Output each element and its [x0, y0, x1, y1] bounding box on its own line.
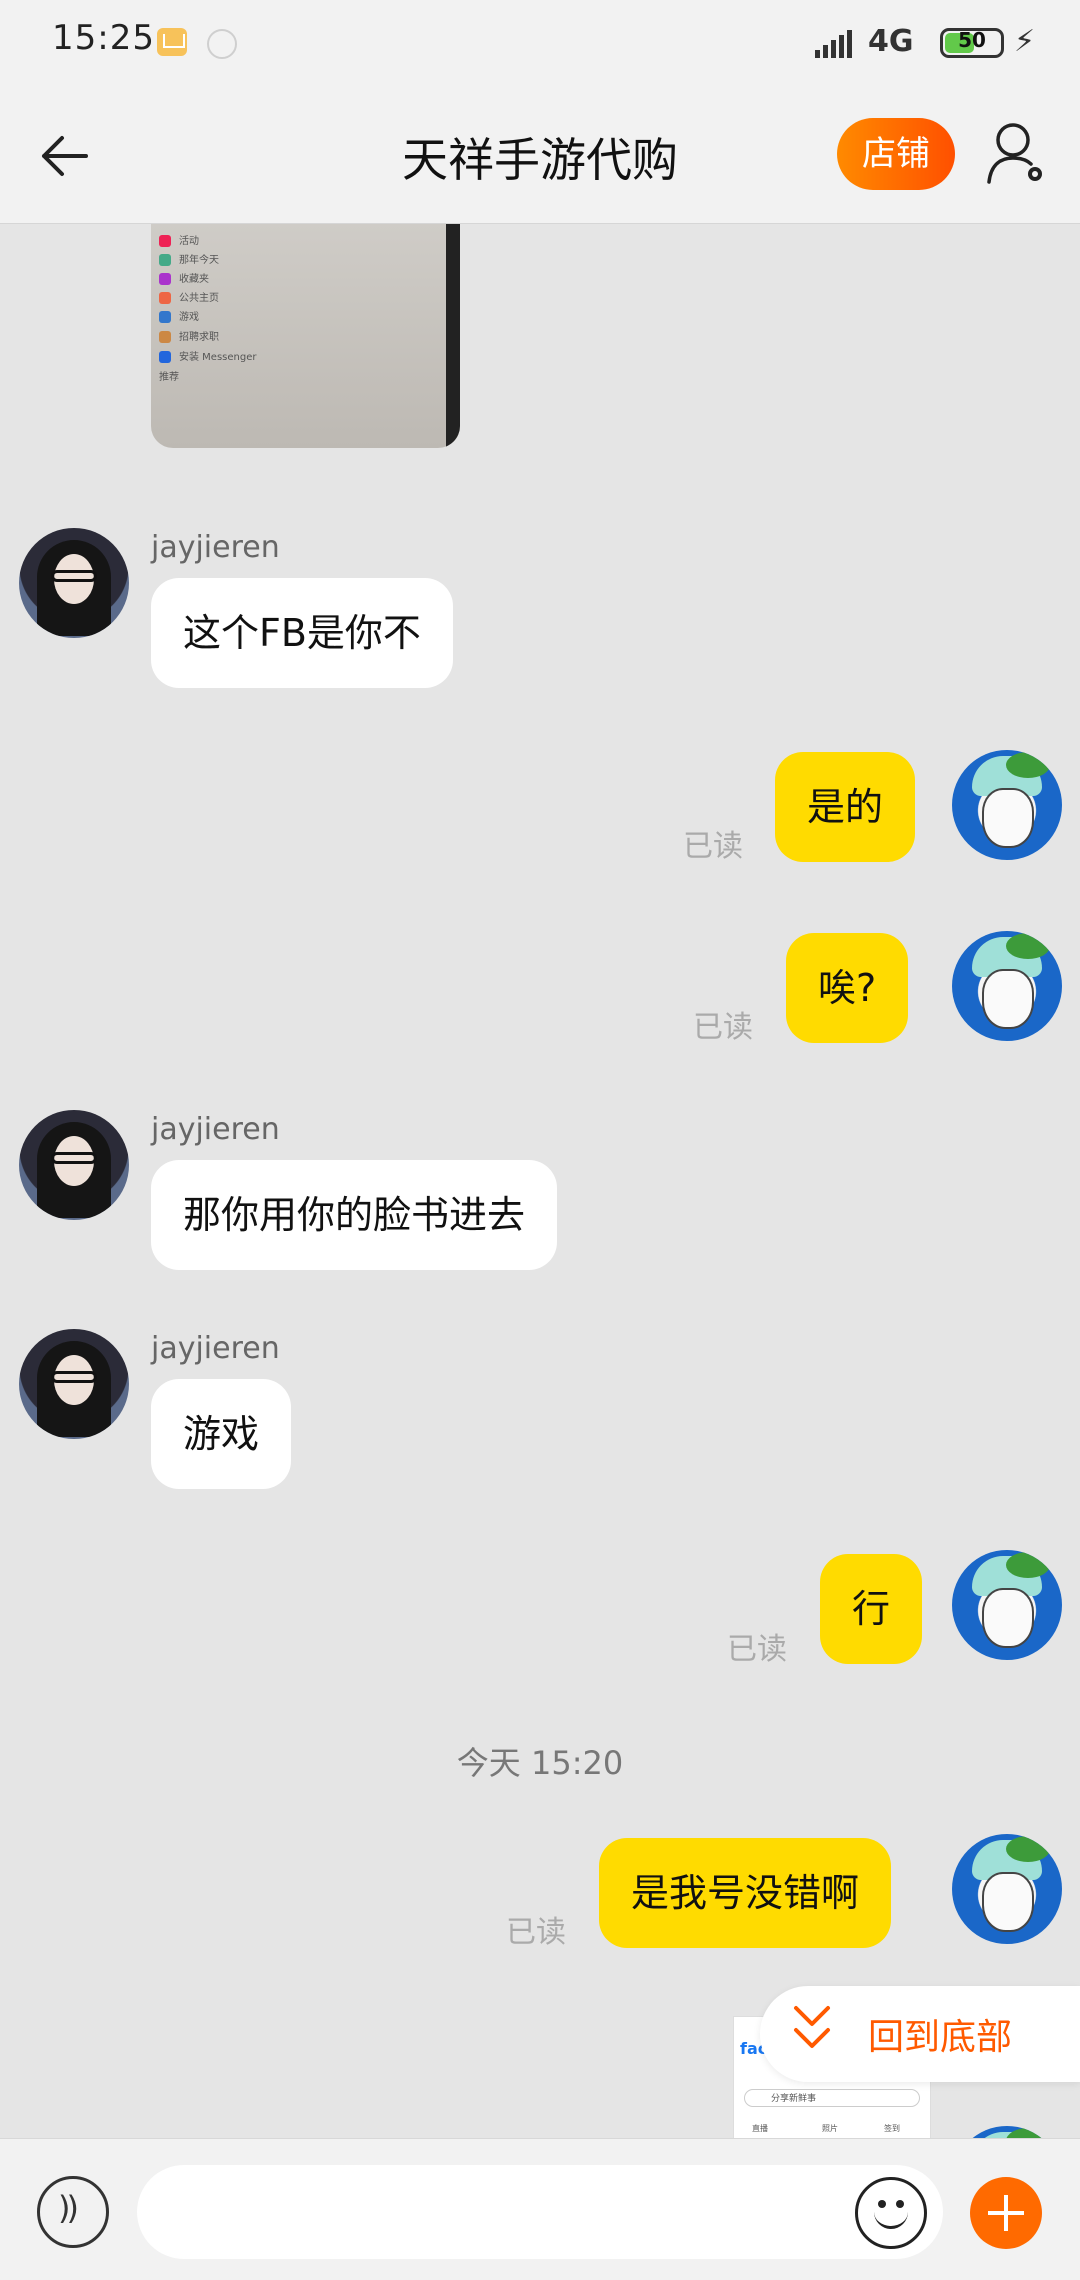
image-text-line: 那年今天: [179, 255, 219, 266]
battery-icon: 50: [940, 28, 1004, 58]
status-time: 15:25: [52, 18, 155, 58]
my-avatar[interactable]: [952, 1550, 1062, 1660]
time-divider: 今天 15:20: [456, 1744, 624, 1782]
emoji-icon[interactable]: [855, 2177, 927, 2249]
message-bubble[interactable]: 游戏: [151, 1379, 292, 1489]
chat-messages[interactable]: 活动 那年今天 收藏夹 公共主页 游戏 招聘求职 安装 Messenger 推荐…: [0, 224, 1080, 2138]
input-bar: [0, 2138, 1080, 2280]
image-text-line: 招聘求职: [179, 332, 219, 343]
thumbnail-action: 直播: [752, 2124, 768, 2133]
chat-header: 天祥手游代购 店铺: [0, 88, 1080, 224]
shop-button[interactable]: 店铺: [837, 118, 955, 190]
image-text-line: 安装 Messenger: [179, 352, 257, 363]
battery-level: 50: [958, 28, 986, 52]
back-to-bottom-button[interactable]: 回到底部: [760, 1986, 1080, 2082]
contact-avatar[interactable]: [19, 1329, 129, 1439]
read-status: 已读: [727, 1632, 787, 1667]
message-bubble[interactable]: 这个FB是你不: [151, 578, 453, 688]
my-avatar[interactable]: [952, 931, 1062, 1041]
image-message[interactable]: 活动 那年今天 收藏夹 公共主页 游戏 招聘求职 安装 Messenger 推荐: [151, 224, 460, 448]
add-attachment-icon[interactable]: [970, 2177, 1042, 2249]
message-bubble[interactable]: 是我号没错啊: [599, 1838, 892, 1948]
read-status: 已读: [693, 1010, 753, 1045]
image-text-line: 活动: [179, 236, 199, 247]
image-text-line: 公共主页: [179, 293, 219, 304]
thumbnail-action: 照片: [822, 2124, 838, 2133]
user-settings-icon[interactable]: [985, 120, 1047, 186]
message-bubble[interactable]: 唉?: [786, 933, 909, 1043]
back-arrow-icon[interactable]: [36, 126, 96, 186]
my-avatar[interactable]: [952, 2126, 1062, 2138]
contact-avatar[interactable]: [19, 1110, 129, 1220]
voice-input-icon[interactable]: [37, 2176, 109, 2248]
message-input[interactable]: [137, 2165, 943, 2259]
image-text-line: 推荐: [159, 372, 179, 383]
alarm-icon: [207, 29, 237, 59]
message-bubble[interactable]: 那你用你的脸书进去: [151, 1160, 558, 1270]
double-chevron-down-icon: [794, 2006, 830, 2048]
read-status: 已读: [506, 1915, 566, 1950]
image-text-line: 游戏: [179, 312, 199, 323]
thumbnail-post-prompt: 分享新鲜事: [744, 2089, 920, 2107]
contact-avatar[interactable]: [19, 528, 129, 638]
network-type: 4G: [868, 24, 914, 59]
sender-name: jayjieren: [151, 1331, 280, 1366]
back-to-bottom-label: 回到底部: [868, 2017, 1013, 2058]
image-text-line: 收藏夹: [179, 274, 209, 285]
my-avatar[interactable]: [952, 1834, 1062, 1944]
thumbnail-action: 签到: [884, 2124, 900, 2133]
signal-icon: [815, 30, 857, 58]
chat-title: 天祥手游代购: [402, 133, 678, 187]
message-bubble[interactable]: 行: [820, 1554, 923, 1664]
charging-icon: ⚡: [1014, 24, 1036, 59]
sender-name: jayjieren: [151, 1112, 280, 1147]
read-status: 已读: [683, 829, 743, 864]
mail-notification-icon: [157, 28, 187, 56]
my-avatar[interactable]: [952, 750, 1062, 860]
status-bar: 15:25 4G 50 ⚡: [0, 0, 1080, 88]
message-bubble[interactable]: 是的: [775, 752, 916, 862]
sender-name: jayjieren: [151, 530, 280, 565]
